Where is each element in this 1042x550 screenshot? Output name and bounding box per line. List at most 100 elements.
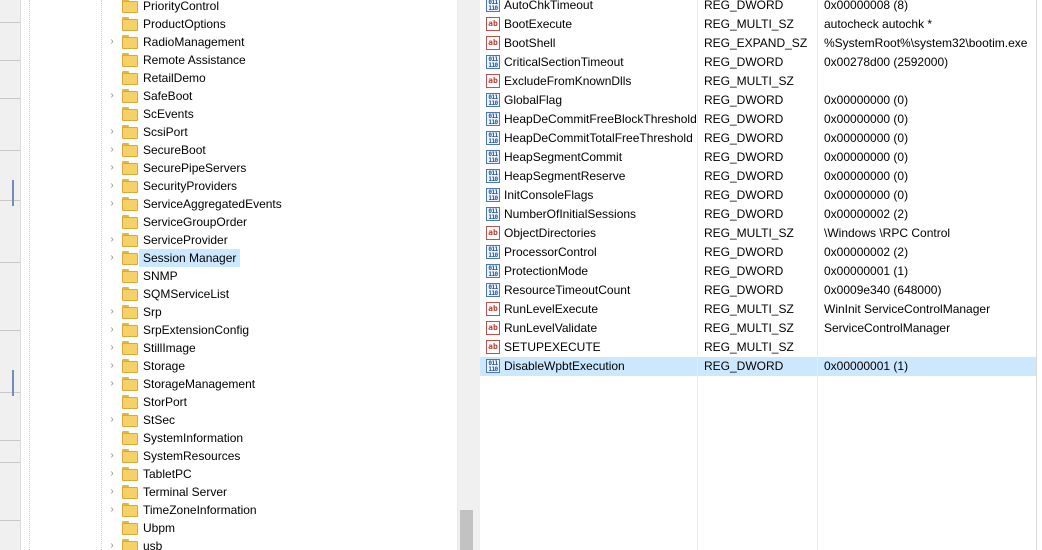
tree-item[interactable]: › Terminal Server bbox=[21, 483, 457, 501]
chevron-right-icon[interactable]: › bbox=[107, 361, 117, 371]
tree-item[interactable]: › StillImage bbox=[21, 339, 457, 357]
chevron-right-icon[interactable]: › bbox=[107, 91, 117, 101]
chevron-right-icon[interactable]: › bbox=[107, 307, 117, 317]
value-row[interactable]: 011 110 ResourceTimeoutCount REG_DWORD 0x000… bbox=[480, 281, 1036, 300]
tree-item[interactable]: ScEvents bbox=[21, 105, 457, 123]
value-row[interactable]: 011 110 NumberOfInitialSessions REG_DWORD 0x… bbox=[480, 205, 1036, 224]
chevron-right-icon[interactable]: › bbox=[107, 127, 117, 137]
tree-scrollbar[interactable] bbox=[457, 0, 475, 550]
value-row[interactable]: 011 110 ProcessorControl REG_DWORD 0x0000000… bbox=[480, 243, 1036, 262]
tree-item[interactable]: › SecureBoot bbox=[21, 141, 457, 159]
tree-scrollbar-thumb[interactable] bbox=[460, 510, 473, 550]
tree-item[interactable]: RetailDemo bbox=[21, 69, 457, 87]
folder-icon bbox=[122, 215, 138, 229]
tree-item[interactable]: › RadioManagement bbox=[21, 33, 457, 51]
tree-item[interactable]: › ServiceAggregatedEvents bbox=[21, 195, 457, 213]
value-type: REG_DWORD bbox=[704, 131, 784, 145]
tree-item[interactable]: ProductOptions bbox=[21, 15, 457, 33]
value-type: REG_DWORD bbox=[704, 112, 784, 126]
folder-icon bbox=[122, 71, 138, 85]
folder-icon bbox=[122, 467, 138, 481]
dword-value-icon: 011 110 bbox=[486, 150, 500, 164]
background-window-mark bbox=[0, 150, 20, 151]
value-row[interactable]: ab RunLevelValidate REG_MULTI_SZ ServiceCon… bbox=[480, 319, 1036, 338]
chevron-right-icon[interactable]: › bbox=[107, 37, 117, 47]
folder-icon bbox=[122, 197, 138, 211]
chevron-right-icon[interactable]: › bbox=[107, 343, 117, 353]
value-name: HeapSegmentReserve bbox=[504, 169, 626, 183]
chevron-right-icon[interactable]: › bbox=[107, 163, 117, 173]
tree-item[interactable]: › Srp bbox=[21, 303, 457, 321]
tree-item-label: Terminal Server bbox=[143, 485, 228, 499]
chevron-right-icon[interactable]: › bbox=[107, 145, 117, 155]
value-name: HeapSegmentCommit bbox=[504, 150, 623, 164]
value-type: REG_MULTI_SZ bbox=[704, 226, 794, 240]
chevron-right-icon[interactable]: › bbox=[107, 505, 117, 515]
chevron-right-icon[interactable]: › bbox=[107, 199, 117, 209]
tree-item-label: SNMP bbox=[143, 269, 178, 283]
chevron-right-icon[interactable]: › bbox=[107, 253, 117, 263]
chevron-right-icon[interactable]: › bbox=[107, 415, 117, 425]
value-row[interactable]: 011 110 HeapDeCommitFreeBlockThreshold REG_… bbox=[480, 110, 1036, 129]
tree-item[interactable]: › SrpExtensionConfig bbox=[21, 321, 457, 339]
value-row[interactable]: 011 110 AutoChkTimeout REG_DWORD 0x00000008 … bbox=[480, 0, 1036, 15]
tree-item[interactable]: › Storage bbox=[21, 357, 457, 375]
value-name: BootExecute bbox=[504, 17, 573, 31]
value-row[interactable]: 011 110 InitConsoleFlags REG_DWORD 0x0000000… bbox=[480, 186, 1036, 205]
value-data: 0x00000000 (0) bbox=[824, 131, 909, 145]
chevron-right-icon[interactable]: › bbox=[107, 469, 117, 479]
registry-values-list[interactable]: 011 110 AutoChkTimeout REG_DWORD 0x00000008 … bbox=[480, 0, 1036, 550]
value-name: ExcludeFromKnownDlls bbox=[504, 74, 632, 88]
tree-item[interactable]: › usb bbox=[21, 537, 457, 550]
value-data: 0x00000000 (0) bbox=[824, 150, 909, 164]
value-row[interactable]: ab ExcludeFromKnownDlls REG_MULTI_SZ bbox=[480, 72, 1036, 91]
value-data: \Windows \RPC Control bbox=[824, 226, 951, 240]
chevron-right-icon[interactable]: › bbox=[107, 325, 117, 335]
value-data: autocheck autochk * bbox=[824, 17, 933, 31]
chevron-right-icon[interactable]: › bbox=[107, 181, 117, 191]
value-row[interactable]: ab BootShell REG_EXPAND_SZ %SystemRoot%\sys… bbox=[480, 34, 1036, 53]
value-row[interactable]: 011 110 HeapSegmentCommit REG_DWORD 0x000000… bbox=[480, 148, 1036, 167]
tree-item[interactable]: ServiceGroupOrder bbox=[21, 213, 457, 231]
value-row[interactable]: 011 110 HeapDeCommitTotalFreeThreshold REG_… bbox=[480, 129, 1036, 148]
tree-item[interactable]: SNMP bbox=[21, 267, 457, 285]
value-row[interactable]: ab RunLevelExecute REG_MULTI_SZ WinInit Ser… bbox=[480, 300, 1036, 319]
chevron-right-icon[interactable]: › bbox=[107, 541, 117, 550]
registry-key-tree[interactable]: PriorityControl ProductOptions › RadioManag… bbox=[21, 0, 458, 550]
tree-item[interactable]: Ubpm bbox=[21, 519, 457, 537]
chevron-right-icon[interactable]: › bbox=[107, 451, 117, 461]
value-row[interactable]: 011 110 ProtectionMode REG_DWORD 0x00000001 … bbox=[480, 262, 1036, 281]
tree-item[interactable]: › SystemResources bbox=[21, 447, 457, 465]
value-data: 0x00000000 (0) bbox=[824, 188, 909, 202]
tree-item[interactable]: › TimeZoneInformation bbox=[21, 501, 457, 519]
dword-value-icon: 011 110 bbox=[486, 93, 500, 107]
tree-item[interactable]: › SafeBoot bbox=[21, 87, 457, 105]
chevron-right-icon[interactable]: › bbox=[107, 235, 117, 245]
tree-item[interactable]: › Session Manager bbox=[21, 249, 457, 267]
chevron-right-icon[interactable]: › bbox=[107, 487, 117, 497]
tree-item[interactable]: PriorityControl bbox=[21, 0, 457, 15]
value-row[interactable]: 011 110 CriticalSectionTimeout REG_DWORD 0x0… bbox=[480, 53, 1036, 72]
value-row[interactable]: 011 110 DisableWpbtExecution REG_DWORD 0x000… bbox=[480, 357, 1036, 376]
value-name: BootShell bbox=[504, 36, 556, 50]
tree-item[interactable]: › SecurityProviders bbox=[21, 177, 457, 195]
value-row[interactable]: ab BootExecute REG_MULTI_SZ autocheck autoc… bbox=[480, 15, 1036, 34]
tree-item[interactable]: › TabletPC bbox=[21, 465, 457, 483]
tree-item[interactable]: › StorageManagement bbox=[21, 375, 457, 393]
folder-icon bbox=[122, 125, 138, 139]
tree-item[interactable]: › ServiceProvider bbox=[21, 231, 457, 249]
tree-item-label: RetailDemo bbox=[143, 71, 206, 85]
tree-item[interactable]: › StSec bbox=[21, 411, 457, 429]
tree-item[interactable]: SystemInformation bbox=[21, 429, 457, 447]
tree-item[interactable]: StorPort bbox=[21, 393, 457, 411]
tree-item[interactable]: Remote Assistance bbox=[21, 51, 457, 69]
value-row[interactable]: ab ObjectDirectories REG_MULTI_SZ \Windows … bbox=[480, 224, 1036, 243]
value-row[interactable]: ab SETUPEXECUTE REG_MULTI_SZ bbox=[480, 338, 1036, 357]
value-row[interactable]: 011 110 HeapSegmentReserve REG_DWORD 0x00000… bbox=[480, 167, 1036, 186]
value-row[interactable]: 011 110 GlobalFlag REG_DWORD 0x00000000 (0) bbox=[480, 91, 1036, 110]
tree-item[interactable]: SQMServiceList bbox=[21, 285, 457, 303]
tree-item[interactable]: › ScsiPort bbox=[21, 123, 457, 141]
tree-item[interactable]: › SecurePipeServers bbox=[21, 159, 457, 177]
dword-value-icon: 011 110 bbox=[486, 245, 500, 259]
chevron-right-icon[interactable]: › bbox=[107, 379, 117, 389]
